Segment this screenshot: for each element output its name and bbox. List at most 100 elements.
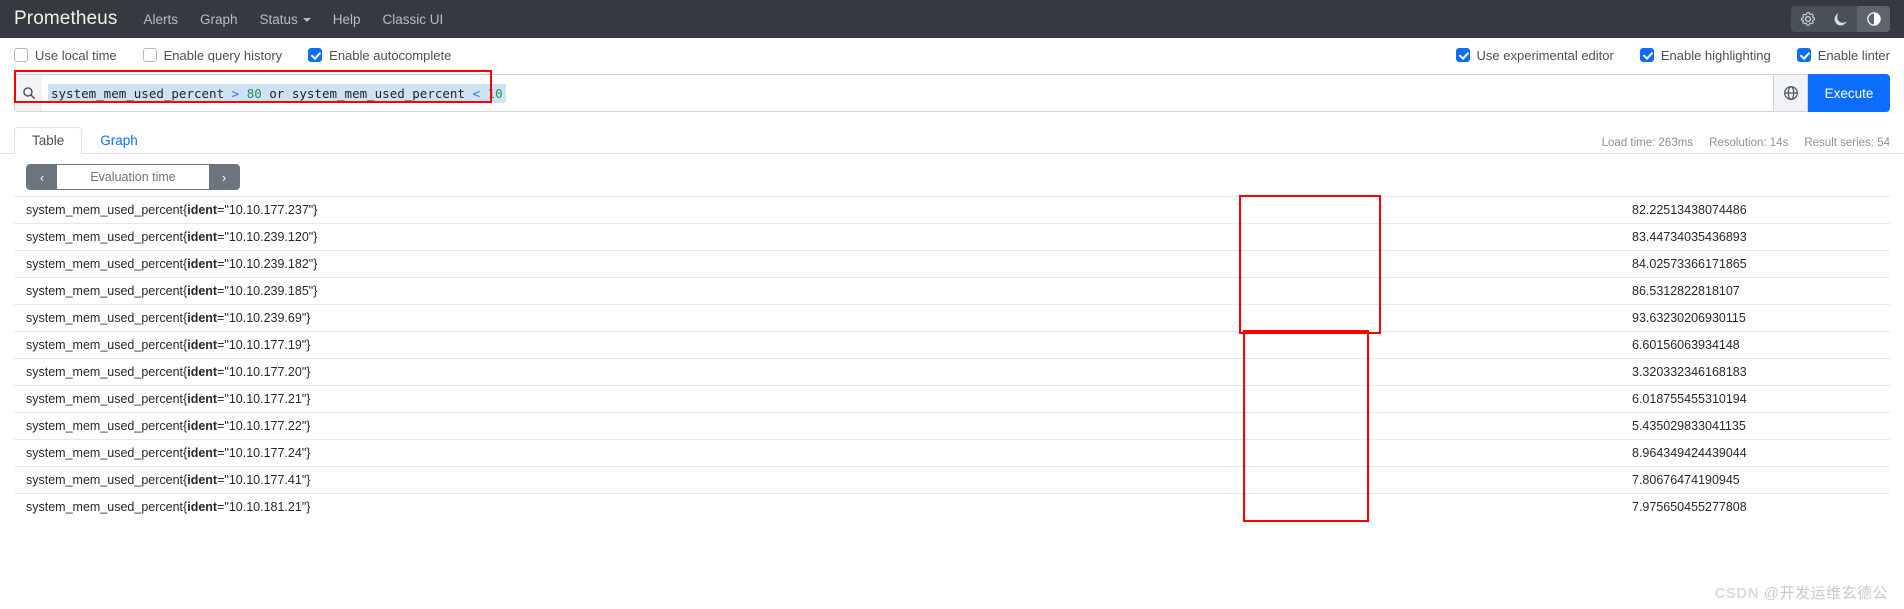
checkbox-label: Enable highlighting — [1660, 47, 1771, 63]
query-token: system_mem_used_percent — [291, 85, 473, 101]
tab-table[interactable]: Table — [14, 127, 83, 154]
tab-graph[interactable]: Graph — [82, 127, 156, 154]
label-key: ident — [187, 500, 218, 514]
query-expression-text: system_mem_used_percent > 80 or system_m… — [48, 83, 506, 103]
nav-link-status[interactable]: Status — [260, 12, 311, 27]
metric-value-cell: 83.44734035436893 — [1620, 223, 1890, 251]
execute-button[interactable]: Execute — [1808, 74, 1890, 112]
metric-name: system_mem_used_percent — [26, 446, 184, 460]
label-key: ident — [187, 284, 218, 298]
checkbox-box[interactable] — [1639, 48, 1654, 62]
metric-label-cell: system_mem_used_percent{ident="10.10.177… — [14, 466, 1620, 494]
metric-name: system_mem_used_percent — [26, 365, 184, 379]
query-token: system_mem_used_percent — [51, 85, 232, 101]
nav-link-alerts[interactable]: Alerts — [143, 12, 178, 27]
checkbox-box[interactable] — [142, 48, 157, 62]
evaluation-time-control: ‹ Evaluation time › — [26, 164, 240, 190]
checkbox-label: Enable autocomplete — [329, 47, 452, 63]
results-area: system_mem_used_percent{ident="10.10.177… — [0, 194, 1904, 522]
metric-name: system_mem_used_percent — [26, 257, 184, 271]
metric-name: system_mem_used_percent — [26, 284, 184, 298]
label-value: "10.10.177.41" — [224, 473, 307, 487]
nav-link-classic-ui[interactable]: Classic UI — [383, 12, 444, 27]
label-value: "10.10.239.120" — [224, 230, 314, 244]
label-key: ident — [187, 392, 218, 406]
half-circle-icon[interactable] — [1857, 6, 1890, 32]
query-token: < — [472, 85, 488, 101]
options-left-group: Use local time Enable query history Enab… — [14, 48, 451, 63]
table-row: system_mem_used_percent{ident="10.10.177… — [14, 412, 1890, 440]
checkbox-label: Use experimental editor — [1476, 47, 1614, 63]
theme-switcher — [1791, 6, 1890, 32]
checkbox-enable-query-history[interactable]: Enable query history — [142, 47, 283, 63]
checkbox-label: Enable linter — [1817, 47, 1890, 63]
checkbox-enable-linter[interactable]: Enable linter — [1796, 47, 1890, 63]
watermark-csdn: CSDN — [1714, 585, 1760, 602]
evaluation-time-row: ‹ Evaluation time › — [0, 154, 1904, 190]
label-value: "10.10.177.237" — [224, 203, 314, 217]
checkbox-box[interactable] — [14, 48, 28, 62]
label-key: ident — [187, 257, 218, 271]
label-value: "10.10.177.21" — [224, 392, 307, 406]
metric-value-cell: 86.5312822818107 — [1620, 277, 1890, 305]
metric-name: system_mem_used_percent — [26, 419, 184, 433]
checkbox-label: Use local time — [35, 47, 117, 63]
query-meta-info: Load time: 263ms Resolution: 14s Result … — [1602, 137, 1890, 149]
label-key: ident — [187, 230, 218, 244]
label-key: ident — [187, 338, 218, 352]
metric-value-cell: 7.80676474190945 — [1620, 466, 1890, 494]
metric-value-cell: 84.02573366171865 — [1620, 250, 1890, 278]
metric-name: system_mem_used_percent — [26, 338, 184, 352]
checkbox-label: Enable query history — [163, 47, 283, 63]
next-time-button[interactable]: › — [209, 165, 239, 189]
metric-name: system_mem_used_percent — [26, 392, 184, 406]
label-key: ident — [187, 419, 218, 433]
checkbox-use-local-time[interactable]: Use local time — [14, 48, 117, 63]
table-row: system_mem_used_percent{ident="10.10.177… — [14, 385, 1890, 413]
label-value: "10.10.181.21" — [224, 500, 307, 514]
label-key: ident — [187, 365, 218, 379]
label-value: "10.10.177.19" — [224, 338, 307, 352]
metric-name: system_mem_used_percent — [26, 230, 184, 244]
moon-icon[interactable] — [1824, 6, 1857, 32]
table-row: system_mem_used_percent{ident="10.10.239… — [14, 304, 1890, 332]
brand-logo[interactable]: Prometheus — [14, 8, 117, 30]
label-value: "10.10.239.185" — [224, 284, 314, 298]
label-key: ident — [187, 311, 218, 325]
globe-icon[interactable] — [1774, 74, 1808, 112]
results-table-body: system_mem_used_percent{ident="10.10.177… — [14, 196, 1890, 520]
label-key: ident — [187, 203, 218, 217]
watermark-author: @开发运维玄德公 — [1763, 585, 1888, 602]
checkbox-enable-autocomplete[interactable]: Enable autocomplete — [308, 48, 451, 63]
checkbox-enable-highlighting[interactable]: Enable highlighting — [1639, 47, 1771, 63]
query-input[interactable]: system_mem_used_percent > 80 or system_m… — [42, 74, 1774, 112]
checkbox-box[interactable] — [308, 48, 323, 62]
metric-label-cell: system_mem_used_percent{ident="10.10.239… — [14, 304, 1620, 332]
query-token: 80 — [246, 85, 262, 101]
metric-label-cell: system_mem_used_percent{ident="10.10.239… — [14, 223, 1620, 251]
metric-label-cell: system_mem_used_percent{ident="10.10.177… — [14, 412, 1620, 440]
metric-label-cell: system_mem_used_percent{ident="10.10.181… — [14, 493, 1620, 520]
resolution-text: Resolution: 14s — [1709, 137, 1789, 149]
metric-value-cell: 6.018755455310194 — [1620, 385, 1890, 413]
metric-label-cell: system_mem_used_percent{ident="10.10.239… — [14, 277, 1620, 305]
nav-link-label: Help — [332, 11, 361, 27]
chevron-down-icon — [302, 18, 311, 22]
result-tabs: Table Graph Load time: 263ms Resolution:… — [0, 124, 1904, 154]
gear-icon[interactable] — [1791, 6, 1824, 32]
query-token: or — [261, 85, 292, 101]
nav-link-graph[interactable]: Graph — [200, 12, 238, 27]
table-row: system_mem_used_percent{ident="10.10.239… — [14, 277, 1890, 305]
options-right-group: Use experimental editor Enable highlight… — [1455, 47, 1890, 63]
metric-label-cell: system_mem_used_percent{ident="10.10.177… — [14, 385, 1620, 413]
options-row: Use local time Enable query history Enab… — [0, 38, 1904, 72]
nav-link-help[interactable]: Help — [333, 12, 361, 27]
watermark: CSDN @开发运维玄德公 — [1715, 582, 1888, 603]
evaluation-time-input[interactable]: Evaluation time — [57, 165, 209, 189]
prev-time-button[interactable]: ‹ — [27, 165, 57, 189]
checkbox-box[interactable] — [1796, 48, 1811, 62]
checkbox-use-experimental-editor[interactable]: Use experimental editor — [1455, 47, 1614, 63]
checkbox-box[interactable] — [1455, 48, 1470, 62]
nav-link-label: Classic UI — [382, 11, 444, 27]
metric-label-cell: system_mem_used_percent{ident="10.10.177… — [14, 331, 1620, 359]
